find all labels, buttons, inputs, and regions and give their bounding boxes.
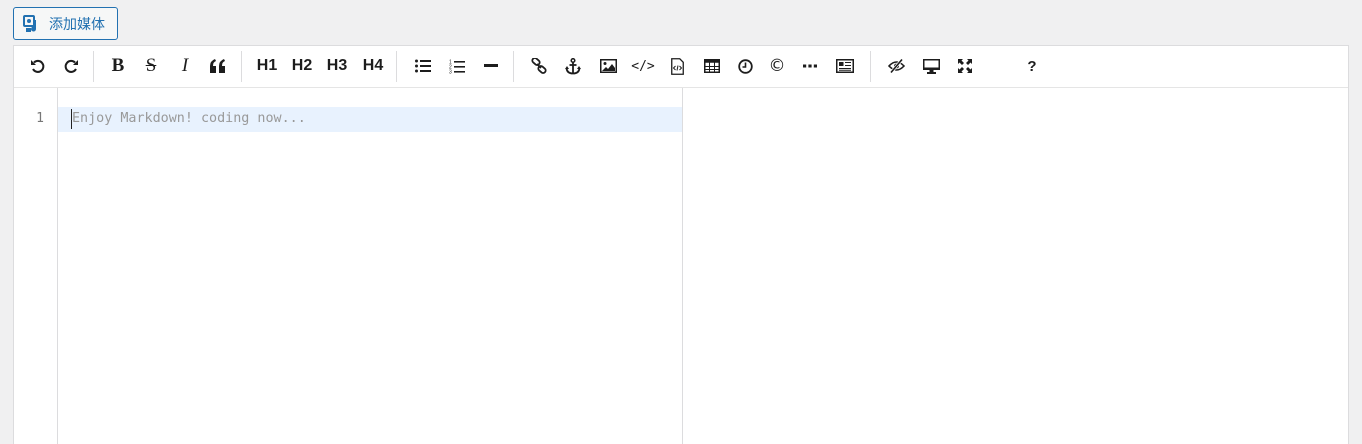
list-ol-icon: 123 xyxy=(449,59,465,74)
link-button[interactable] xyxy=(524,52,554,80)
undo-button[interactable] xyxy=(23,52,53,80)
markdown-editor: B S I H1 H2 H3 H4 123 </> © ? 1 Enjoy Ma… xyxy=(13,45,1349,444)
datetime-button[interactable] xyxy=(730,52,760,80)
markdown-input-area[interactable]: Enjoy Markdown! coding now... xyxy=(58,88,682,444)
desktop-icon xyxy=(922,58,940,74)
line-number: 1 xyxy=(36,111,44,126)
unordered-list-button[interactable] xyxy=(408,52,438,80)
text-cursor xyxy=(71,109,72,129)
quote-button[interactable] xyxy=(203,52,233,80)
editor-placeholder: Enjoy Markdown! coding now... xyxy=(72,111,306,126)
toolbar-divider xyxy=(396,51,397,82)
preview-button[interactable] xyxy=(916,52,946,80)
image-button[interactable] xyxy=(593,52,623,80)
list-ul-icon xyxy=(415,59,431,73)
fullscreen-button[interactable] xyxy=(950,52,980,80)
h2-button[interactable]: H2 xyxy=(287,52,317,80)
h4-button[interactable]: H4 xyxy=(358,52,388,80)
ordered-list-button[interactable]: 123 xyxy=(442,52,472,80)
h1-button[interactable]: H1 xyxy=(252,52,282,80)
bold-button[interactable]: B xyxy=(103,52,133,80)
html-entities-button[interactable]: © xyxy=(762,52,792,80)
markdown-preview-pane xyxy=(682,88,1348,444)
svg-text:3: 3 xyxy=(449,69,452,74)
clock-icon xyxy=(737,58,753,74)
code-block-icon xyxy=(670,57,684,75)
add-media-icon xyxy=(23,14,43,34)
anchor-icon xyxy=(565,57,581,74)
italic-button[interactable]: I xyxy=(170,52,200,80)
redo-button[interactable] xyxy=(56,52,86,80)
add-media-label: 添加媒体 xyxy=(49,16,105,33)
fullscreen-icon xyxy=(958,59,972,73)
template-button[interactable] xyxy=(830,52,860,80)
anchor-button[interactable] xyxy=(558,52,588,80)
watch-toggle-button[interactable] xyxy=(881,52,911,80)
redo-icon xyxy=(64,59,78,73)
template-icon xyxy=(836,59,854,73)
toolbar-divider xyxy=(513,51,514,82)
undo-icon xyxy=(31,59,45,73)
help-button[interactable]: ? xyxy=(1017,52,1047,80)
image-icon xyxy=(599,59,617,73)
table-icon xyxy=(704,59,720,73)
toolbar-divider xyxy=(93,51,94,82)
inline-code-button[interactable]: </> xyxy=(628,52,658,80)
link-icon xyxy=(531,58,547,74)
pagebreak-icon xyxy=(803,64,817,68)
pagebreak-button[interactable] xyxy=(795,52,825,80)
horizontal-rule-button[interactable] xyxy=(476,52,506,80)
strikethrough-button[interactable]: S xyxy=(136,52,166,80)
horizontal-rule-icon xyxy=(484,64,498,67)
code-block-button[interactable] xyxy=(662,52,692,80)
toolbar-divider xyxy=(241,51,242,82)
h3-button[interactable]: H3 xyxy=(322,52,352,80)
quote-icon xyxy=(209,59,225,73)
toolbar-divider xyxy=(870,51,871,82)
table-button[interactable] xyxy=(697,52,727,80)
eye-slash-icon xyxy=(887,59,905,73)
line-number-gutter: 1 xyxy=(14,88,58,444)
editor-toolbar: B S I H1 H2 H3 H4 123 </> © ? xyxy=(14,46,1348,88)
add-media-button[interactable]: 添加媒体 xyxy=(13,7,118,40)
